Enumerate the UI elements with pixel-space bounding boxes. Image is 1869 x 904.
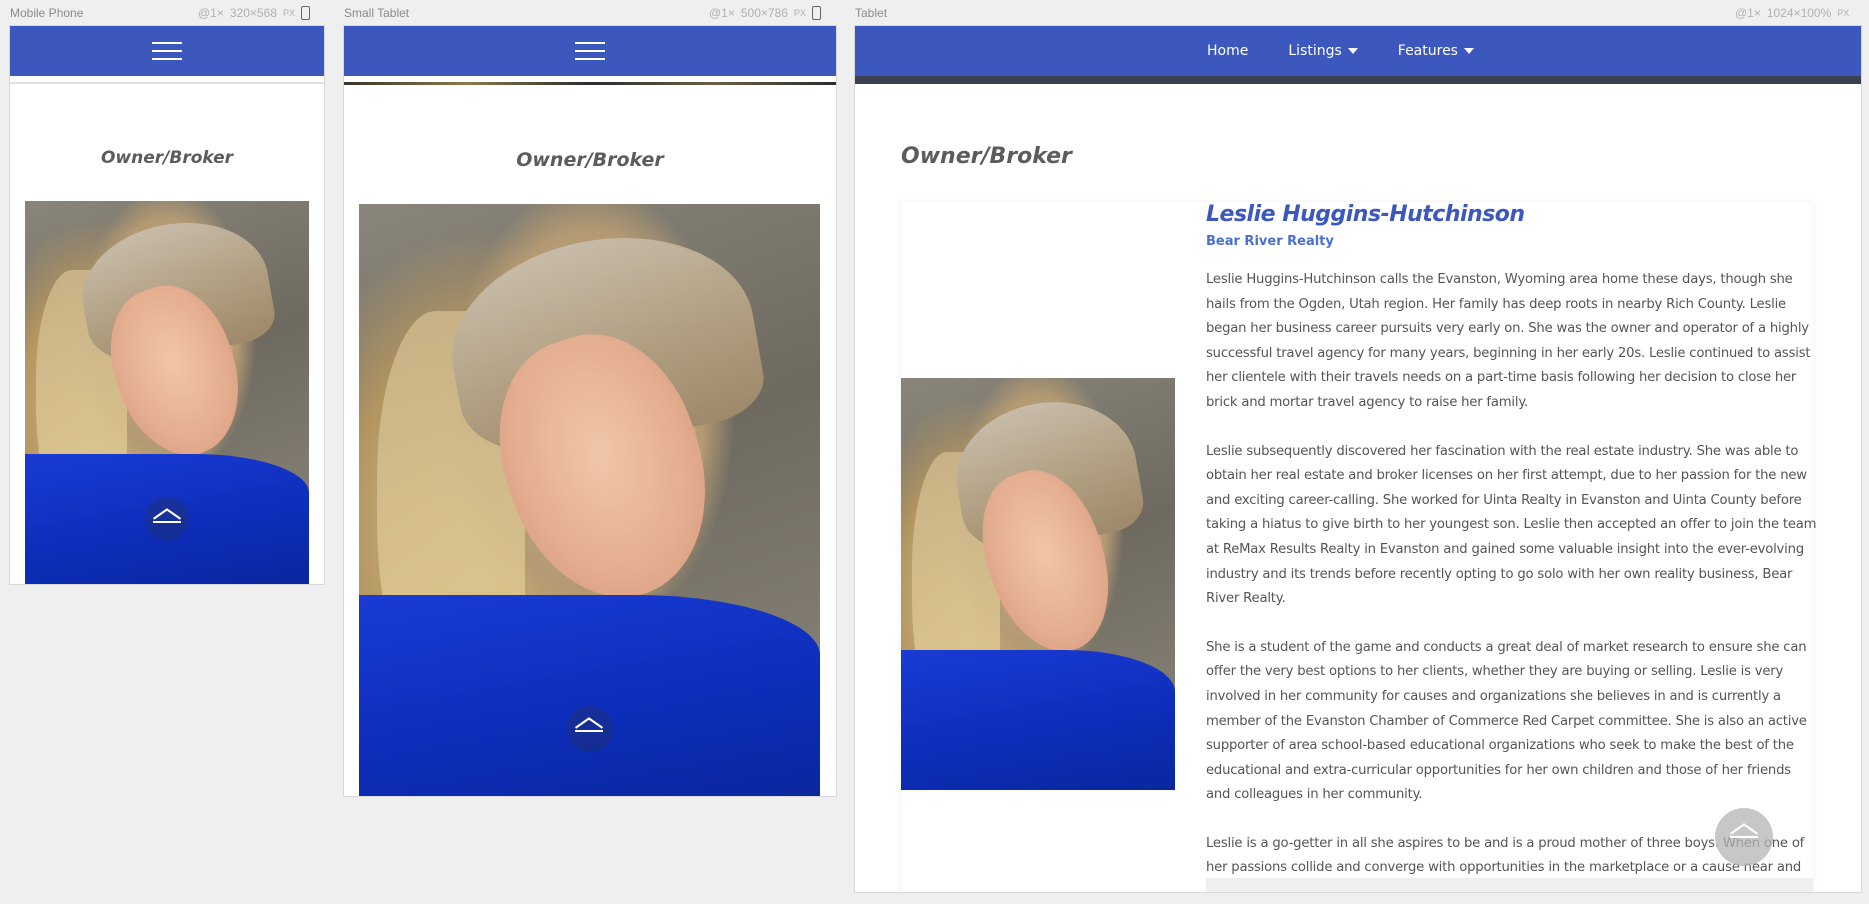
tablet-size: 1024×100% [1766, 6, 1832, 20]
small-tablet-scale: @1× [709, 6, 735, 20]
bio-paragraph: Leslie Huggins-Hutchinson calls the Evan… [1206, 272, 1811, 410]
caret-down-icon [1347, 48, 1358, 54]
section-title: Owner/Broker [901, 144, 1072, 169]
scroll-up-button[interactable] [145, 497, 189, 541]
broker-name: Leslie Huggins-Hutchinson [1206, 202, 1525, 227]
nav-links: Home Listings Features [855, 26, 1861, 76]
section-title: Owner/Broker [100, 148, 233, 168]
bio-paragraph: Leslie subsequently discovered her fasci… [1206, 443, 1817, 607]
broker-photo [901, 378, 1175, 790]
caret-down-icon [1463, 48, 1474, 54]
mobile-unit: PX [282, 8, 295, 18]
chevron-up-icon [574, 716, 604, 732]
broker-photo [25, 201, 309, 584]
tablet-navbar: Home Listings Features [855, 26, 1861, 76]
small-tablet-frame-label: Small Tablet [344, 6, 410, 20]
nav-features[interactable]: Features [1378, 43, 1494, 59]
bio-paragraph: She is a student of the game and conduct… [1206, 639, 1807, 803]
mobile-frame: Owner/Broker [10, 26, 324, 584]
nav-home[interactable]: Home [1187, 43, 1268, 59]
nav-listings-label: Listings [1288, 43, 1342, 59]
tablet-frame-label: Tablet [855, 6, 888, 20]
small-tablet-frame-meta: @1× 500×786 PX [709, 6, 821, 20]
small-tablet-size: 500×786 [740, 6, 788, 20]
hero-strip [855, 76, 1861, 84]
tablet-unit: PX [1837, 8, 1850, 18]
small-tablet-frame: Owner/Broker [344, 26, 836, 796]
bio-card: Leslie Huggins-Hutchinson Bear River Rea… [901, 202, 1816, 892]
mobile-scale: @1× [198, 6, 224, 20]
broker-company[interactable]: Bear River Realty [1206, 234, 1334, 249]
tablet-frame: Home Listings Features Owner/Broker Lesl… [855, 26, 1861, 892]
phone-device-icon[interactable] [300, 6, 310, 20]
small-tablet-navbar [344, 26, 836, 76]
scroll-up-button[interactable] [567, 706, 613, 752]
bio-footer-bar [1206, 878, 1813, 892]
tablet-scale: @1× [1735, 6, 1761, 20]
small-tablet-unit: PX [793, 8, 806, 18]
divider [10, 82, 324, 84]
mobile-frame-meta: @1× 320×568 PX [198, 6, 310, 20]
nav-listings[interactable]: Listings [1268, 43, 1377, 59]
bio-text: Leslie Huggins-Hutchinson calls the Evan… [1206, 268, 1818, 892]
nav-features-label: Features [1397, 43, 1458, 59]
nav-home-label: Home [1207, 43, 1249, 59]
broker-photo [359, 204, 820, 796]
chevron-up-icon [1729, 822, 1759, 838]
mobile-frame-label: Mobile Phone [10, 6, 84, 20]
mobile-size: 320×568 [229, 6, 277, 20]
hamburger-menu-icon[interactable] [152, 42, 182, 60]
phone-device-icon[interactable] [811, 6, 821, 20]
hamburger-menu-icon[interactable] [575, 42, 605, 60]
chevron-up-icon [152, 507, 182, 523]
tablet-frame-meta: @1× 1024×100% PX [1735, 6, 1849, 20]
section-title: Owner/Broker [516, 149, 664, 171]
hero-strip [344, 82, 836, 85]
scroll-to-top-button[interactable] [1715, 808, 1773, 866]
mobile-navbar [10, 26, 324, 76]
